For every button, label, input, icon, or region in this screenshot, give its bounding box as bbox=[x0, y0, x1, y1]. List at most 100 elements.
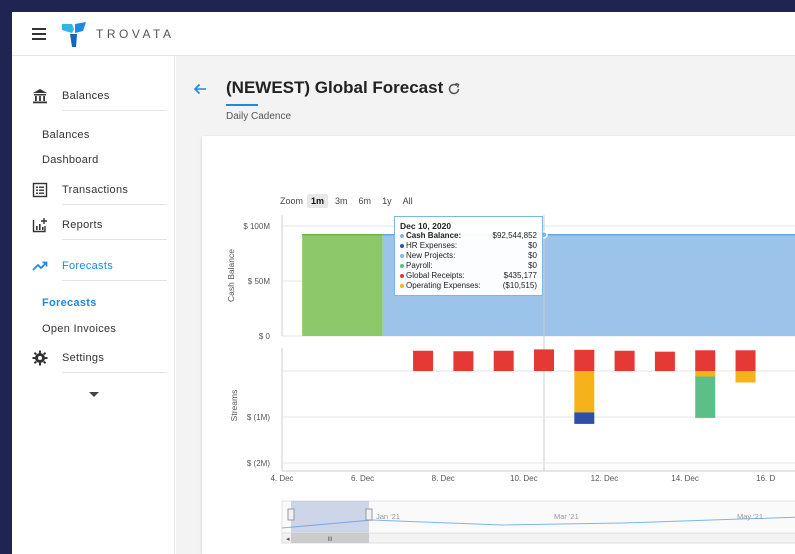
forecast-chart[interactable]: $ 100M $ 50M $ 0 Cash Balance $ (1M) $ (2M) St… bbox=[202, 136, 795, 554]
tooltip-value: $435,177 bbox=[503, 271, 537, 280]
title-underline bbox=[226, 104, 258, 106]
sidebar-item-label: Forecasts bbox=[62, 260, 113, 272]
sidebar-item-label: Settings bbox=[62, 352, 105, 364]
legend-dot bbox=[400, 273, 404, 278]
legend-dot bbox=[400, 283, 404, 288]
sidebar: Balances Balances Dashboard Transactions… bbox=[12, 56, 175, 554]
stream-bar bbox=[614, 350, 635, 371]
sidebar-item-transactions[interactable]: Transactions bbox=[32, 177, 167, 205]
navigator-label: May '21 bbox=[737, 512, 763, 521]
tooltip-value: $0 bbox=[528, 261, 537, 270]
sidebar-subitem-forecasts[interactable]: Forecasts bbox=[42, 297, 97, 309]
stream-bar bbox=[695, 350, 716, 371]
tooltip-label-text: New Projects: bbox=[406, 251, 456, 260]
y-axis-title: Cash Balance bbox=[226, 249, 236, 302]
top-bar: TROVATA bbox=[12, 12, 795, 56]
divider bbox=[62, 372, 167, 373]
y-tick-label: $ 100M bbox=[243, 222, 270, 231]
cash-balance-actual-area bbox=[302, 234, 383, 336]
tooltip-row: Payroll: $0 bbox=[400, 261, 537, 271]
x-tick-label: 6. Dec bbox=[351, 474, 374, 483]
x-tick-label: 14. Dec bbox=[671, 474, 699, 483]
forecast-chart-card: Zoom 1m 3m 6m 1y All $ 100M $ 50M $ 0 Cash … bbox=[202, 136, 795, 554]
report-chart-icon bbox=[32, 218, 47, 233]
stream-bar bbox=[413, 350, 434, 371]
scrollbar-grip: III bbox=[327, 537, 332, 543]
stream-bar bbox=[574, 412, 595, 424]
tooltip-label: Operating Expenses: bbox=[400, 281, 481, 291]
tooltip-value: $0 bbox=[528, 251, 537, 260]
sidebar-item-label: Transactions bbox=[62, 184, 129, 196]
divider bbox=[62, 239, 167, 240]
x-tick-label: 12. Dec bbox=[591, 474, 619, 483]
expand-more-icon[interactable] bbox=[89, 392, 99, 397]
scroll-left-arrow-icon: ◂ bbox=[286, 536, 290, 543]
x-tick-label: 4. Dec bbox=[270, 474, 293, 483]
app-window: TROVATA Balances Balances Dashboard Tran… bbox=[12, 12, 795, 554]
stream-bar bbox=[574, 349, 595, 371]
tooltip-label-text: Global Receipts: bbox=[406, 271, 465, 280]
tooltip-label-text: Cash Balance: bbox=[406, 231, 462, 240]
navigator-handle bbox=[287, 508, 295, 521]
brand-name: TROVATA bbox=[96, 27, 175, 41]
divider bbox=[62, 204, 167, 205]
navigator-handle bbox=[365, 508, 373, 521]
tooltip-label: Payroll: bbox=[400, 261, 433, 271]
chart-tooltip: Dec 10, 2020 Cash Balance: $92,544,852 HR … bbox=[394, 216, 543, 296]
tooltip-row: New Projects: $0 bbox=[400, 251, 537, 261]
sidebar-item-balances[interactable]: Balances bbox=[32, 83, 167, 111]
page-subtitle: Daily Cadence bbox=[226, 111, 292, 122]
stream-bar bbox=[453, 351, 474, 371]
legend-dot bbox=[400, 243, 404, 248]
legend-dot bbox=[400, 233, 404, 238]
sidebar-subitem-open-invoices[interactable]: Open Invoices bbox=[42, 323, 116, 335]
stream-bar bbox=[695, 376, 716, 418]
stream-bar bbox=[493, 350, 514, 371]
tooltip-row: Cash Balance: $92,544,852 bbox=[400, 231, 537, 241]
page-title: (NEWEST) Global Forecast bbox=[226, 78, 444, 97]
tooltip-label: Global Receipts: bbox=[400, 271, 465, 281]
legend-dot bbox=[400, 253, 404, 258]
tooltip-date: Dec 10, 2020 bbox=[400, 221, 452, 231]
tooltip-label-text: Operating Expenses: bbox=[406, 281, 481, 290]
list-icon bbox=[32, 182, 48, 198]
sidebar-item-reports[interactable]: Reports bbox=[32, 212, 167, 240]
y-tick-label: $ (1M) bbox=[247, 413, 270, 422]
tooltip-label: New Projects: bbox=[400, 251, 455, 261]
stream-bar bbox=[534, 349, 554, 371]
sidebar-subitem-dashboard[interactable]: Dashboard bbox=[42, 154, 99, 166]
sidebar-subitem-balances[interactable]: Balances bbox=[42, 129, 90, 141]
tooltip-row: Global Receipts: $435,177 bbox=[400, 271, 537, 281]
sidebar-item-settings[interactable]: Settings bbox=[32, 345, 167, 373]
y-axis-title: Streams bbox=[229, 390, 239, 422]
tooltip-label: Cash Balance: bbox=[400, 231, 461, 241]
trending-up-icon bbox=[32, 261, 48, 271]
sidebar-item-label: Reports bbox=[62, 219, 103, 231]
legend-dot bbox=[400, 263, 404, 268]
x-tick-label: 10. Dec bbox=[510, 474, 538, 483]
hamburger-menu-icon[interactable] bbox=[32, 28, 46, 40]
back-arrow-icon[interactable] bbox=[193, 82, 207, 96]
trovata-logo-icon[interactable] bbox=[60, 20, 88, 48]
navigator-label: Mar '21 bbox=[554, 512, 579, 521]
sidebar-item-label: Balances bbox=[62, 90, 110, 102]
tooltip-value: $0 bbox=[528, 241, 537, 250]
tooltip-value: ($10,515) bbox=[502, 281, 537, 290]
gear-icon bbox=[32, 350, 48, 366]
tooltip-value: $92,544,852 bbox=[492, 231, 538, 240]
stream-bar bbox=[654, 351, 675, 371]
tooltip-row: Operating Expenses: ($10,515) bbox=[400, 281, 537, 291]
stream-bar bbox=[735, 350, 756, 371]
x-tick-label: 16. D bbox=[756, 474, 775, 483]
main-content: (NEWEST) Global Forecast Daily Cadence Z… bbox=[176, 56, 795, 554]
divider bbox=[62, 110, 167, 111]
refresh-icon[interactable] bbox=[447, 82, 461, 96]
x-tick-label: 8. Dec bbox=[432, 474, 455, 483]
bank-icon bbox=[33, 89, 47, 104]
stream-bar bbox=[695, 371, 716, 377]
tooltip-label-text: HR Expenses: bbox=[406, 241, 458, 250]
y-tick-label: $ 0 bbox=[259, 332, 271, 341]
tooltip-label-text: Payroll: bbox=[406, 261, 433, 270]
navigator-selection bbox=[291, 501, 369, 533]
sidebar-item-forecasts[interactable]: Forecasts bbox=[32, 253, 167, 281]
